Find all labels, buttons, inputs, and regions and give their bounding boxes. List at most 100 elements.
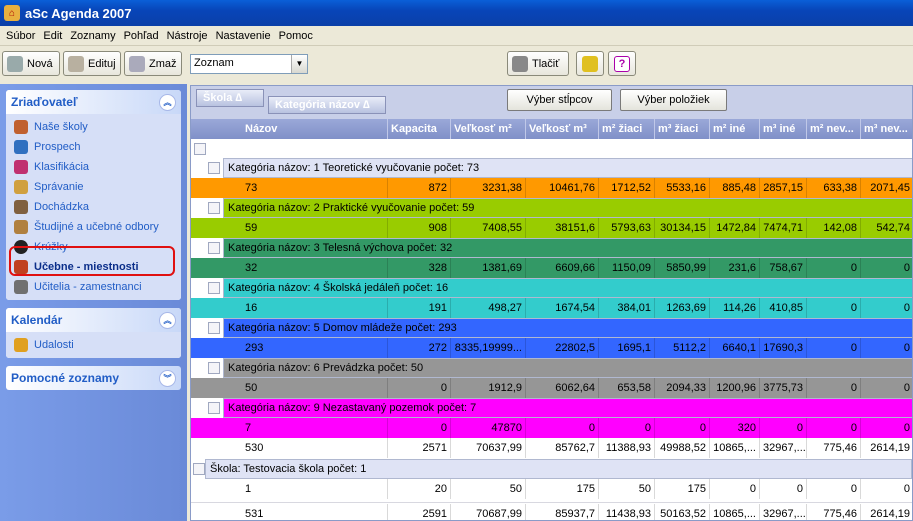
teachers-icon — [14, 280, 28, 294]
menu-nastavenie[interactable]: Nastavenie — [212, 30, 275, 42]
nav-label: Správanie — [34, 181, 84, 193]
table-row[interactable]: 16 191 498,27 1674,54 384,01 1263,69 114,26 410… — [191, 298, 912, 318]
app-title: aSc Agenda 2007 — [25, 5, 132, 21]
nav-item-prospech[interactable]: Prospech — [6, 137, 181, 157]
column-header[interactable]: Veľkosť m³ — [526, 119, 599, 139]
expand-checkbox[interactable] — [208, 162, 220, 174]
table-row[interactable]: 7 0 47870 0 0 0 320 0 0 0 — [191, 418, 912, 438]
panel-pomocne: Pomocné zoznamy ︾ — [6, 366, 181, 390]
nav-item-dochadzka[interactable]: Dochádzka — [6, 197, 181, 217]
nav-label: Učitelia - zamestnanci — [34, 281, 142, 293]
expand-checkbox[interactable] — [208, 322, 220, 334]
nav-item-klasifikacia[interactable]: Klasifikácia — [6, 157, 181, 177]
column-header[interactable]: m² nev... — [807, 119, 861, 139]
panel-kalendar-header[interactable]: Kalendár ︽ — [6, 308, 181, 332]
menu-zoznamy[interactable]: Zoznamy — [66, 30, 119, 42]
table-row[interactable]: 32 328 1381,69 6609,66 1150,09 5850,99 231,6 75… — [191, 258, 912, 278]
nav-label: Dochádzka — [34, 201, 90, 213]
refresh-button[interactable] — [576, 51, 604, 76]
expand-checkbox[interactable] — [208, 202, 220, 214]
expand-checkbox[interactable] — [193, 463, 205, 475]
column-header[interactable]: m² žiaci — [599, 119, 655, 139]
table-cell: 0 — [807, 298, 861, 318]
category-group-row[interactable]: Kategória názov: 6 Prevádzka počet: 50 — [223, 358, 912, 378]
table-cell: 32967,... — [760, 438, 807, 458]
panel-pomocne-header[interactable]: Pomocné zoznamy ︾ — [6, 366, 181, 390]
table-cell: 5850,99 — [655, 258, 710, 278]
expand-checkbox[interactable] — [208, 282, 220, 294]
menu-pohlad[interactable]: Pohľad — [120, 30, 163, 42]
new-label: Nová — [27, 57, 53, 70]
select-items-button[interactable]: Výber položiek — [620, 89, 727, 111]
dropdown-arrow-icon[interactable]: ▼ — [291, 55, 307, 73]
table-cell: 191 — [388, 298, 451, 318]
column-header[interactable]: Názov — [242, 119, 388, 139]
select-columns-button[interactable]: Výber stĺpcov — [507, 89, 612, 111]
grand-total-row[interactable]: 531 2591 70687,99 85937,7 11438,93 50163,52 10… — [191, 504, 912, 520]
nav-item-udalosti[interactable]: Udalosti — [6, 335, 181, 355]
nav-item-spravanie[interactable]: Správanie — [6, 177, 181, 197]
table-cell: 5112,2 — [655, 338, 710, 358]
table-cell: 272 — [388, 338, 451, 358]
group-chip-skola[interactable]: Škola ∆ — [196, 89, 264, 107]
table-row[interactable]: 59 908 7408,55 38151,6 5793,63 30134,15 1472,8… — [191, 218, 912, 238]
expand-checkbox[interactable] — [208, 402, 220, 414]
menu-pomoc[interactable]: Pomoc — [275, 30, 317, 42]
menu-nastroje[interactable]: Nástroje — [163, 30, 212, 42]
category-group-row[interactable]: Kategória názov: 5 Domov mládeže počet: … — [223, 318, 912, 338]
table-cell: 11438,93 — [599, 504, 655, 520]
menu-edit[interactable]: Edit — [39, 30, 66, 42]
category-group-row[interactable]: Kategória názov: 9 Nezastavaný pozemok p… — [223, 398, 912, 418]
table-cell: 653,58 — [599, 378, 655, 398]
category-group-row[interactable]: Kategória názov: 2 Praktické vyučovanie … — [223, 198, 912, 218]
table-row[interactable]: 50 0 1912,9 6062,64 653,58 2094,33 1200,96 3775… — [191, 378, 912, 398]
column-header[interactable]: Veľkosť m² — [451, 119, 526, 139]
new-button[interactable]: Nová — [2, 51, 60, 76]
category-group-row[interactable]: Kategória názov: 4 Školská jedáleň počet… — [223, 278, 912, 298]
classification-icon — [14, 160, 28, 174]
delete-label: Zmaž — [149, 57, 177, 70]
print-button[interactable]: Tlačiť — [507, 51, 569, 76]
column-header[interactable]: m³ iné — [760, 119, 807, 139]
table-cell: 49988,52 — [655, 438, 710, 458]
school-group-row[interactable]: Škola: Testovacia škola počet: 1 — [205, 459, 912, 479]
select-all-checkbox[interactable] — [194, 143, 206, 155]
view-select[interactable]: Zoznam ▼ — [190, 54, 308, 74]
expand-checkbox[interactable] — [208, 362, 220, 374]
expand-icon[interactable]: ︾ — [159, 369, 176, 387]
collapse-icon[interactable]: ︽ — [159, 93, 176, 111]
table-row[interactable]: 293 272 8335,19999... 22802,5 1695,1 5112,2 66… — [191, 338, 912, 358]
column-header[interactable]: Kapacita — [388, 119, 451, 139]
delete-button[interactable]: Zmaž — [124, 51, 182, 76]
table-cell: 3775,73 — [760, 378, 807, 398]
table-cell: 0 — [807, 338, 861, 358]
expand-checkbox[interactable] — [208, 242, 220, 254]
table-cell: 2614,19 — [861, 504, 912, 520]
subtotal-row[interactable]: 530 2571 70637,99 85762,7 11388,93 49988,52 10… — [191, 438, 912, 458]
table-cell: 320 — [710, 418, 760, 438]
collapse-icon[interactable]: ︽ — [159, 311, 176, 329]
column-header[interactable]: m³ žiaci — [655, 119, 710, 139]
panel-zriadovatel-header[interactable]: Zriaďovateľ ︽ — [6, 90, 181, 114]
nav-item-odbory[interactable]: Študijné a učebné odbory — [6, 217, 181, 237]
table-row[interactable]: 1 20 50 175 50 175 0 0 0 0 — [191, 479, 912, 499]
help-button[interactable]: ? — [608, 51, 636, 76]
table-cell: 293 — [242, 338, 388, 358]
menu-subor[interactable]: Súbor — [2, 30, 39, 42]
category-group-row[interactable]: Kategória názov: 1 Teoretické vyučovanie… — [223, 158, 912, 178]
column-header[interactable]: m² iné — [710, 119, 760, 139]
menu-bar: Súbor Edit Zoznamy Pohľad Nástroje Nasta… — [0, 26, 913, 46]
category-group-row[interactable]: Kategória názov: 3 Telesná výchova počet… — [223, 238, 912, 258]
nav-item-nase-skoly[interactable]: Naše školy — [6, 117, 181, 137]
grades-icon — [14, 140, 28, 154]
table-cell: 32 — [242, 258, 388, 278]
table-cell: 85762,7 — [526, 438, 599, 458]
edit-label: Edituj — [88, 57, 116, 70]
edit-button[interactable]: Edituj — [63, 51, 121, 76]
group-chip-kategoria[interactable]: Kategória názov ∆ — [268, 96, 386, 114]
table-row[interactable]: 73 872 3231,38 10461,76 1712,52 5533,16 885,48… — [191, 178, 912, 198]
table-cell: 0 — [655, 418, 710, 438]
nav-item-ucitelia[interactable]: Učitelia - zamestnanci — [6, 277, 181, 297]
column-header[interactable]: m³ nev... — [861, 119, 912, 139]
nav-label: Prospech — [34, 141, 81, 153]
